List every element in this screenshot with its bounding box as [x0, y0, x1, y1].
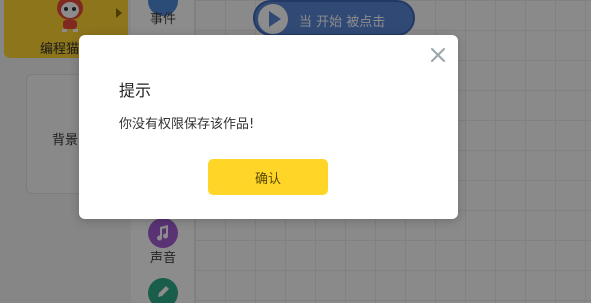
confirm-button[interactable]: 确认: [208, 159, 328, 195]
close-icon[interactable]: [429, 46, 447, 64]
permission-dialog: 提示 你没有权限保存该作品! 确认: [79, 35, 458, 219]
dialog-title: 提示: [119, 81, 152, 100]
dialog-message: 你没有权限保存该作品!: [119, 117, 255, 132]
